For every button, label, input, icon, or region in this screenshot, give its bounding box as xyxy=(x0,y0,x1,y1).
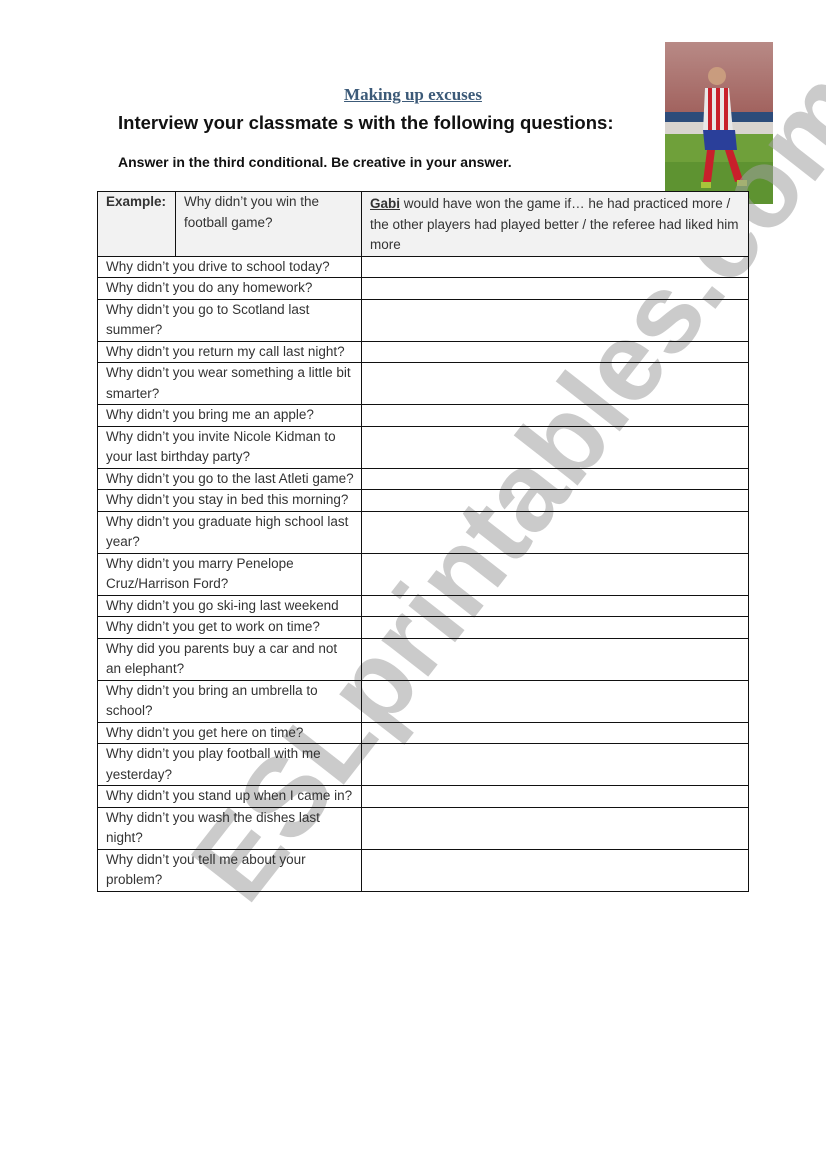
question-row: Why didn’t you bring me an apple? xyxy=(97,404,749,427)
question-text: Why didn’t you go ski-ing last weekend xyxy=(97,594,362,617)
question-text: Why didn’t you stand up when I came in? xyxy=(97,785,362,808)
question-text: Why didn’t you tell me about your proble… xyxy=(97,848,362,892)
example-answer: Gabi would have won the game if… he had … xyxy=(361,191,749,257)
question-text: Why didn’t you play football with me yes… xyxy=(97,743,362,786)
example-answer-name: Gabi xyxy=(370,196,401,211)
answer-cell[interactable] xyxy=(361,616,749,639)
answer-cell[interactable] xyxy=(361,806,749,850)
answer-cell[interactable] xyxy=(361,404,749,427)
football-player-photo xyxy=(665,42,773,204)
football-player-image xyxy=(665,42,773,204)
question-row: Why didn’t you graduate high school last… xyxy=(97,510,749,554)
question-text: Why didn’t you do any homework? xyxy=(97,277,362,300)
question-text: Why didn’t you invite Nicole Kidman to y… xyxy=(97,425,362,469)
question-text: Why didn’t you bring me an apple? xyxy=(97,404,362,427)
question-row: Why did you parents buy a car and not an… xyxy=(97,637,749,681)
answer-cell[interactable] xyxy=(361,298,749,342)
answer-cell[interactable] xyxy=(361,425,749,469)
example-answer-text: would have won the game if… he had pract… xyxy=(370,196,739,252)
question-text: Why didn’t you stay in bed this morning? xyxy=(97,489,362,512)
question-text: Why didn’t you drive to school today? xyxy=(97,255,362,278)
question-row: Why didn’t you tell me about your proble… xyxy=(97,848,749,892)
question-row: Why didn’t you invite Nicole Kidman to y… xyxy=(97,425,749,469)
answer-cell[interactable] xyxy=(361,848,749,892)
question-row: Why didn’t you play football with me yes… xyxy=(97,743,749,786)
answer-cell[interactable] xyxy=(361,552,749,596)
answer-cell[interactable] xyxy=(361,340,749,363)
question-text: Why didn’t you bring an umbrella to scho… xyxy=(97,679,362,723)
question-text: Why didn’t you get to work on time? xyxy=(97,616,362,639)
question-row: Why didn’t you go to the last Atleti gam… xyxy=(97,467,749,490)
question-text: Why didn’t you marry Penelope Cruz/Harri… xyxy=(97,552,362,596)
answer-cell[interactable] xyxy=(361,637,749,681)
question-row: Why didn’t you wash the dishes last nigh… xyxy=(97,806,749,850)
question-text: Why didn’t you go to Scotland last summe… xyxy=(97,298,362,342)
question-text: Why didn’t you wear something a little b… xyxy=(97,362,362,405)
question-text: Why didn’t you return my call last night… xyxy=(97,340,362,363)
answer-cell[interactable] xyxy=(361,721,749,744)
question-row: Why didn’t you wear something a little b… xyxy=(97,362,749,405)
answer-cell[interactable] xyxy=(361,594,749,617)
answer-cell[interactable] xyxy=(361,785,749,808)
question-row: Why didn’t you do any homework? xyxy=(97,277,749,300)
example-label: Example: xyxy=(97,191,176,257)
answer-cell[interactable] xyxy=(361,510,749,554)
question-text: Why didn’t you wash the dishes last nigh… xyxy=(97,806,362,850)
answer-cell[interactable] xyxy=(361,679,749,723)
question-text: Why didn’t you go to the last Atleti gam… xyxy=(97,467,362,490)
question-row: Why didn’t you get to work on time? xyxy=(97,616,749,639)
question-row: Why didn’t you return my call last night… xyxy=(97,340,749,363)
question-text: Why didn’t you graduate high school last… xyxy=(97,510,362,554)
answer-cell[interactable] xyxy=(361,255,749,278)
question-text: Why did you parents buy a car and not an… xyxy=(97,637,362,681)
question-row: Why didn’t you stand up when I came in? xyxy=(97,785,749,808)
worksheet-subtitle: Interview your classmate s with the foll… xyxy=(118,112,614,133)
question-row: Why didn’t you go ski-ing last weekend xyxy=(97,594,749,617)
question-row: Why didn’t you get here on time? xyxy=(97,721,749,744)
question-row: Why didn’t you marry Penelope Cruz/Harri… xyxy=(97,552,749,596)
answer-cell[interactable] xyxy=(361,362,749,405)
answer-cell[interactable] xyxy=(361,489,749,512)
questions-table: Example: Why didn’t you win the football… xyxy=(97,191,749,892)
answer-cell[interactable] xyxy=(361,277,749,300)
question-row: Why didn’t you stay in bed this morning? xyxy=(97,489,749,512)
example-question: Why didn’t you win the football game? xyxy=(175,191,362,257)
example-row: Example: Why didn’t you win the football… xyxy=(97,191,749,257)
question-row: Why didn’t you go to Scotland last summe… xyxy=(97,298,749,342)
question-row: Why didn’t you drive to school today? xyxy=(97,255,749,278)
answer-cell[interactable] xyxy=(361,467,749,490)
question-text: Why didn’t you get here on time? xyxy=(97,721,362,744)
question-row: Why didn’t you bring an umbrella to scho… xyxy=(97,679,749,723)
instructions: Answer in the third conditional. Be crea… xyxy=(118,154,512,170)
answer-cell[interactable] xyxy=(361,743,749,786)
